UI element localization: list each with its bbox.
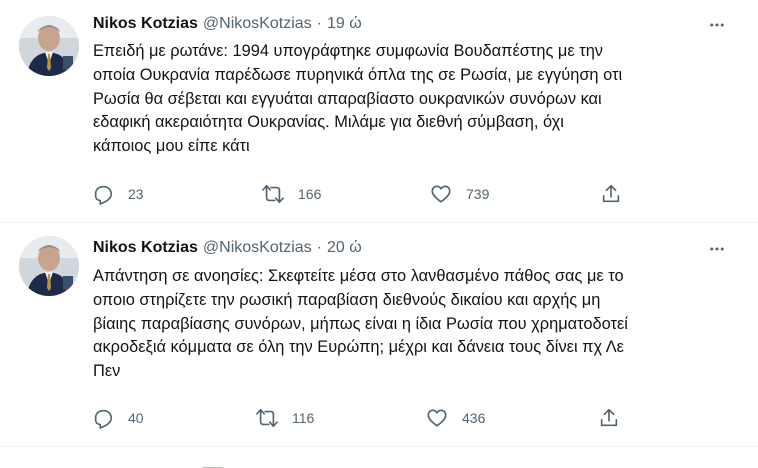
next-tweet-partial xyxy=(178,462,268,468)
tweet-actions: 40 116 436 xyxy=(86,400,646,436)
tweet-text-line: Επειδή με ρωτάνε: 1994 υπογράφτηκε συμφω… xyxy=(93,42,604,60)
tweet-text-line: εδαφική ακεραιότητα Ουκρανίας. Μιλάμε γι… xyxy=(93,113,564,132)
share-upload-icon xyxy=(592,401,626,435)
reply-bubble-icon xyxy=(86,177,120,211)
author-handle[interactable]: @NikosKotzias xyxy=(203,15,312,33)
tweet-text-line: βίαιης παραβίασης συνόρων, μήπως είναι η… xyxy=(93,314,628,333)
like-count: 739 xyxy=(466,186,490,202)
retweet-count: 116 xyxy=(292,410,315,426)
tweet-header: Nikos Kotzias @NikosKotzias · 19 ώ xyxy=(93,13,362,35)
retweet-button[interactable]: 166 xyxy=(256,176,321,212)
more-horizontal-icon xyxy=(710,247,724,251)
retweet-count: 166 xyxy=(298,186,322,202)
separator-dot: · xyxy=(316,15,322,32)
more-horizontal-icon xyxy=(710,23,724,27)
reply-button[interactable]: 40 xyxy=(86,400,144,436)
tweet-text-line: ακροδεξιά κόμματα σε όλη την Ευρώπη; μέχ… xyxy=(93,338,624,357)
tweet-header: Nikos Kotzias @NikosKotzias · 20 ώ xyxy=(93,237,362,259)
like-count: 436 xyxy=(462,410,486,426)
tweet-text-line: οποιο στηρίζετε την ρωσική παραβίαση διε… xyxy=(93,290,601,309)
heart-icon xyxy=(424,177,458,211)
tweet-divider xyxy=(0,446,758,447)
tweet-text-line: Ρωσία θα σέβεται και εγγυάται απαραβίαστ… xyxy=(93,89,602,108)
tweet-text-line: κάποιος μου είπε κάτι xyxy=(93,137,250,156)
tweet-text-line: Πεν xyxy=(93,362,121,381)
author-handle[interactable]: @NikosKotzias xyxy=(203,239,312,257)
heart-icon xyxy=(420,401,454,435)
share-upload-icon xyxy=(594,177,628,211)
tweet-text: Απάντηση σε ανοησίες: Σκεφτείτε μέσα στο… xyxy=(93,265,733,384)
share-button[interactable] xyxy=(594,176,628,212)
tweet-actions: 23 166 739 xyxy=(86,176,646,212)
reply-bubble-icon xyxy=(86,401,120,435)
retweet-button[interactable]: 116 xyxy=(250,400,314,436)
reply-count: 40 xyxy=(128,410,144,426)
separator-dot: · xyxy=(316,239,322,256)
avatar[interactable] xyxy=(19,16,79,76)
author-name[interactable]: Nikos Kotzias xyxy=(93,15,198,33)
more-options-button[interactable] xyxy=(700,8,734,42)
retweet-arrows-icon xyxy=(250,401,284,435)
timestamp[interactable]: 19 ώ xyxy=(327,15,362,33)
share-button[interactable] xyxy=(592,400,626,436)
tweet-text-line: Απάντηση σε ανοησίες: Σκεφτείτε μέσα στο… xyxy=(93,267,624,285)
reply-button[interactable]: 23 xyxy=(86,176,144,212)
reply-count: 23 xyxy=(128,186,144,202)
retweet-arrows-icon xyxy=(256,177,290,211)
like-button[interactable]: 436 xyxy=(420,400,485,436)
avatar[interactable] xyxy=(19,236,79,296)
tweet[interactable]: Nikos Kotzias @NikosKotzias · 20 ώ Απάντ… xyxy=(0,223,758,445)
timestamp[interactable]: 20 ώ xyxy=(327,239,362,257)
tweet-text: Επειδή με ρωτάνε: 1994 υπογράφτηκε συμφω… xyxy=(93,40,733,159)
like-button[interactable]: 739 xyxy=(424,176,489,212)
author-name[interactable]: Nikos Kotzias xyxy=(93,239,198,257)
tweet-text-line: οποία Ουκρανία παρέδωσε πυρηνικά όπλα τη… xyxy=(93,65,623,84)
tweet[interactable]: Nikos Kotzias @NikosKotzias · 19 ώ Επειδ… xyxy=(0,0,758,222)
more-options-button[interactable] xyxy=(700,232,734,266)
